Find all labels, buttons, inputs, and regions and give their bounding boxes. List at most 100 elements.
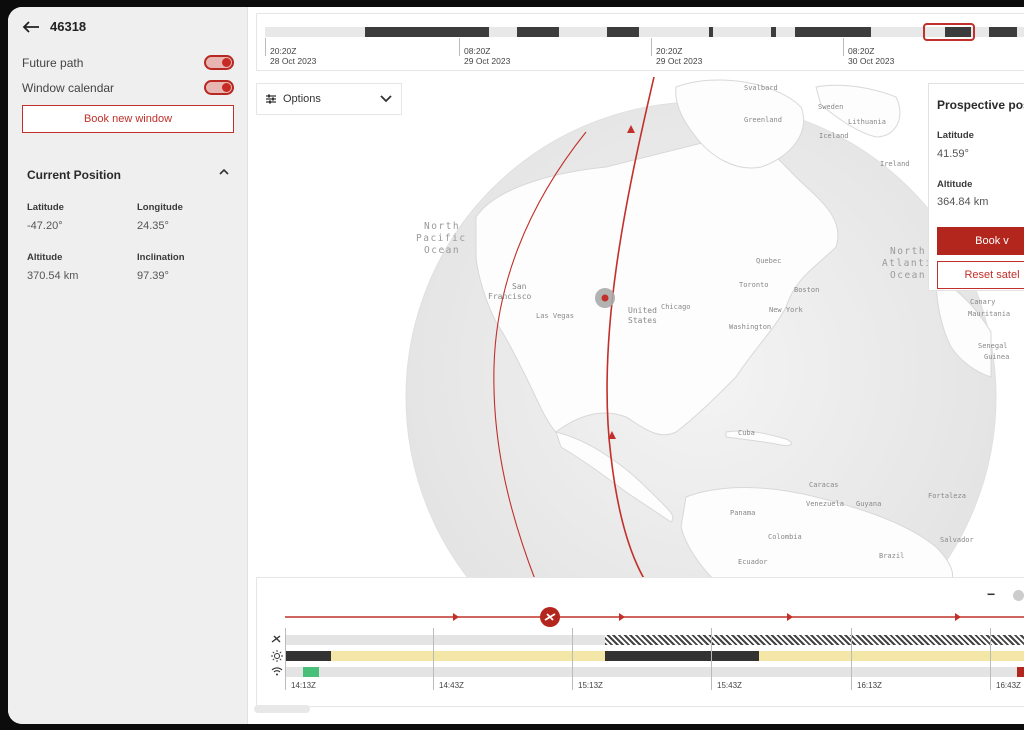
ocean-label: Ocean	[890, 270, 926, 281]
timeline-gridline	[572, 628, 573, 690]
future-path-toggle[interactable]	[204, 55, 234, 70]
field-value: 370.54 km	[27, 270, 79, 282]
timeline-tick	[651, 38, 652, 56]
time-tick-label: 15:13Z	[578, 681, 603, 690]
options-dropdown[interactable]: Options	[256, 83, 402, 115]
reset-satellite-button[interactable]: Reset satel	[937, 261, 1024, 289]
timeline-segment	[607, 27, 639, 37]
timeline-time: 20:20Z	[270, 46, 297, 56]
timeline-date: 28 Oct 2023	[270, 56, 317, 66]
toggle-knob	[222, 58, 231, 67]
altitude-field: Altitude 370.54 km	[27, 252, 78, 282]
timeline-window-highlight[interactable]	[923, 23, 975, 41]
prospective-position-panel: Prospective pos Latitude 41.59° Altitude…	[928, 83, 1024, 291]
timeline-label: 08:20Z 30 Oct 2023	[848, 46, 894, 66]
time-tick-label: 14:13Z	[291, 681, 316, 690]
map-label: Sweden	[818, 103, 843, 111]
toggle-label: Future path	[22, 55, 84, 70]
europe-land	[815, 84, 901, 138]
timeline-date: 29 Oct 2023	[464, 56, 511, 66]
eclipse-segment	[605, 651, 759, 661]
map-label: Brazil	[879, 552, 904, 560]
map-label: Guyana	[856, 500, 881, 508]
map-label: States	[628, 316, 657, 325]
map-label: Greenland	[744, 116, 782, 124]
map-label: Iceland	[819, 132, 849, 140]
map-label: Mauritania	[968, 310, 1010, 318]
pass-hatch	[605, 635, 1024, 645]
sunlit-segment	[759, 651, 1024, 661]
timeline-segment	[517, 27, 559, 37]
field-label: Latitude	[27, 202, 64, 213]
sunlight-row	[285, 651, 1024, 661]
timeline-segment	[709, 27, 713, 37]
sun-icon	[271, 650, 283, 662]
prospective-latitude-value: 41.59°	[937, 148, 969, 160]
window-calendar-toggle[interactable]	[204, 80, 234, 95]
prospective-altitude-value: 364.84 km	[937, 196, 989, 208]
timeline-segment	[771, 27, 776, 37]
inclination-field: Inclination 97.39°	[137, 252, 185, 282]
map-label: Toronto	[739, 281, 769, 289]
orbit-progress-svg	[285, 607, 1024, 627]
map-label: Chicago	[661, 303, 691, 311]
map-label: Lithuania	[848, 118, 886, 126]
chevron-up-icon[interactable]	[218, 167, 230, 177]
timeline-gridline	[851, 628, 852, 690]
sliders-icon	[266, 94, 276, 104]
book-window-button[interactable]: Book v	[937, 227, 1024, 255]
timeline-date: 30 Oct 2023	[848, 56, 895, 66]
current-position-title: Current Position	[27, 168, 122, 182]
map-label: Panama	[730, 509, 755, 517]
pass-timeline-panel: − 14:13Z 14:43Z 15:13Z 15:43Z 16:13Z 16:…	[256, 577, 1024, 707]
book-new-window-button[interactable]: Book new window	[22, 105, 234, 133]
prospective-latitude-label: Latitude	[937, 130, 974, 141]
timeline-time: 08:20Z	[464, 46, 491, 56]
toggle-label: Window calendar	[22, 80, 115, 95]
timeline-label: 20:20Z 28 Oct 2023	[270, 46, 316, 66]
map-label: United	[628, 306, 657, 315]
satellite-position-dot[interactable]	[601, 294, 609, 302]
satellite-row-icon	[271, 635, 281, 643]
map-label: Colombia	[768, 533, 802, 541]
timeline-segment	[989, 27, 1017, 37]
field-value: -47.20°	[27, 220, 63, 232]
ocean-label: North	[424, 221, 460, 232]
app-window: 46318 Future path Window calendar Book n…	[8, 7, 1024, 724]
top-timeline[interactable]: 20:20Z 28 Oct 2023 08:20Z 29 Oct 2023 20:2…	[256, 13, 1024, 71]
globe-view[interactable]: Svalbard Sweden Greenland Lithuania Icel…	[256, 77, 1024, 582]
time-tick-label: 16:43Z	[996, 681, 1021, 690]
timeline-segment	[365, 27, 489, 37]
ocean-label: North	[890, 246, 926, 257]
sidebar: 46318 Future path Window calendar Book n…	[8, 7, 248, 724]
back-arrow-icon[interactable]	[22, 20, 40, 33]
map-label: Canary	[970, 298, 995, 306]
eclipse-segment	[285, 651, 331, 661]
contact-window[interactable]	[303, 667, 319, 677]
prospective-title: Prospective pos	[937, 98, 1024, 112]
contact-row	[285, 667, 1024, 677]
field-value: 97.39°	[137, 270, 169, 282]
sunlit-segment	[331, 651, 605, 661]
time-tick-label: 16:13Z	[857, 681, 882, 690]
field-value: 24.35°	[137, 220, 169, 232]
horizontal-scrollbar[interactable]	[254, 705, 310, 713]
longitude-field: Longitude 24.35°	[137, 202, 183, 232]
time-tick-label: 15:43Z	[717, 681, 742, 690]
timeline-gridline	[990, 628, 991, 690]
timeline-time: 20:20Z	[656, 46, 683, 56]
prospective-altitude-label: Altitude	[937, 179, 973, 190]
timeline-gridline	[711, 628, 712, 690]
map-label: Caracas	[809, 481, 839, 489]
map-label: Francisco	[488, 292, 532, 301]
orbit-arrow	[955, 613, 961, 621]
toggle-window-calendar-row: Window calendar	[22, 80, 234, 95]
timeline-gridline	[433, 628, 434, 690]
field-label: Inclination	[137, 252, 185, 263]
map-label: Fortaleza	[928, 492, 966, 500]
booked-window[interactable]	[1017, 667, 1024, 677]
satellite-id: 46318	[50, 19, 87, 34]
timeline-gridline	[285, 628, 286, 690]
latitude-field: Latitude -47.20°	[27, 202, 64, 232]
orbit-arrow	[619, 613, 625, 621]
